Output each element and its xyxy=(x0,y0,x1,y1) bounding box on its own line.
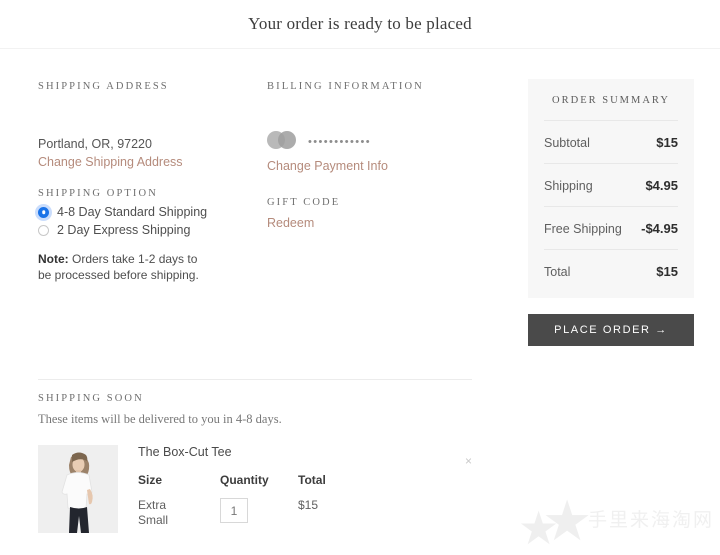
star-icon-large: ★ xyxy=(542,489,593,552)
billing-blank-lines xyxy=(267,98,497,131)
product-thumbnail[interactable] xyxy=(38,445,118,533)
summary-label-shipping: Shipping xyxy=(544,179,593,193)
product-image xyxy=(38,445,118,533)
redeem-link[interactable]: Redeem xyxy=(267,214,497,232)
place-order-button[interactable]: PLACE ORDER → xyxy=(528,314,694,346)
shipping-address-line: Portland, OR, 97220 xyxy=(38,137,152,151)
summary-value-subtotal: $15 xyxy=(656,135,678,150)
shipping-note: Note: Orders take 1-2 days to be process… xyxy=(38,251,213,283)
product-attributes: Size Extra Small Quantity Total $15 xyxy=(138,473,472,528)
product-total-column: Total $15 xyxy=(298,473,380,528)
quantity-header: Quantity xyxy=(220,473,269,487)
shipping-option-standard-label: 4-8 Day Standard Shipping xyxy=(57,205,208,219)
summary-label-free-shipping: Free Shipping xyxy=(544,222,622,236)
product-quantity-column: Quantity xyxy=(220,473,298,528)
page-header: Your order is ready to be placed xyxy=(0,0,720,49)
shipping-soon-subtitle: These items will be delivered to you in … xyxy=(38,412,282,426)
size-value: Extra Small xyxy=(138,498,169,527)
product-info: The Box-Cut Tee Size Extra Small Quantit… xyxy=(138,445,472,533)
shipping-option-heading: SHIPPING OPTION xyxy=(38,188,158,199)
total-value: $15 xyxy=(298,498,319,512)
shipping-column: SHIPPING ADDRESS Portland, OR, 97220 Cha… xyxy=(38,81,248,283)
summary-row-shipping: Shipping $4.95 xyxy=(544,163,678,206)
summary-label-total: Total xyxy=(544,265,571,279)
shipping-option-express[interactable]: 2 Day Express Shipping xyxy=(38,223,248,237)
summary-value-total: $15 xyxy=(656,264,678,279)
saved-card-row: •••••••••••• xyxy=(267,131,497,149)
billing-column: BILLING INFORMATION •••••••••••• Change … xyxy=(267,81,497,232)
summary-row-total: Total $15 xyxy=(544,249,678,292)
card-number-mask: •••••••••••• xyxy=(308,135,372,148)
address-blank-lines xyxy=(38,98,248,136)
mastercard-icon xyxy=(267,131,299,149)
shipping-option-block: SHIPPING OPTION 4-8 Day Standard Shippin… xyxy=(38,188,248,283)
change-payment-info-link[interactable]: Change Payment Info xyxy=(267,157,497,175)
watermark: ★ ★ 手里来海淘网 xyxy=(518,491,718,555)
radio-icon-standard[interactable] xyxy=(38,206,49,218)
gift-code-block: GIFT CODE Redeem xyxy=(267,197,497,232)
summary-row-subtotal: Subtotal $15 xyxy=(544,120,678,163)
billing-information-heading: BILLING INFORMATION xyxy=(267,81,424,92)
quantity-input[interactable] xyxy=(220,498,248,523)
summary-row-free-shipping: Free Shipping -$4.95 xyxy=(544,206,678,249)
star-icon-small: ★ xyxy=(518,502,560,554)
watermark-text: 手里来海淘网 xyxy=(588,509,715,531)
radio-icon-express[interactable] xyxy=(38,224,49,236)
product-row: The Box-Cut Tee Size Extra Small Quantit… xyxy=(38,445,472,533)
shipping-soon-heading: SHIPPING SOON xyxy=(38,393,144,404)
summary-value-free-shipping: -$4.95 xyxy=(641,221,678,236)
summary-value-shipping: $4.95 xyxy=(645,178,678,193)
product-size-column: Size Extra Small xyxy=(138,473,220,528)
remove-item-icon[interactable]: × xyxy=(465,455,472,467)
order-summary-panel: ORDER SUMMARY Subtotal $15 Shipping $4.9… xyxy=(528,79,694,298)
shipping-option-express-label: 2 Day Express Shipping xyxy=(57,223,191,237)
shipping-note-label: Note: xyxy=(38,252,69,266)
total-header: Total xyxy=(298,473,326,487)
shipping-address-heading: SHIPPING ADDRESS xyxy=(38,81,169,92)
order-summary-column: ORDER SUMMARY Subtotal $15 Shipping $4.9… xyxy=(528,79,694,346)
summary-label-subtotal: Subtotal xyxy=(544,136,590,150)
size-header: Size xyxy=(138,473,163,487)
shipping-soon-section: SHIPPING SOON These items will be delive… xyxy=(38,379,472,533)
page-title: Your order is ready to be placed xyxy=(248,14,472,33)
order-summary-title: ORDER SUMMARY xyxy=(552,95,670,106)
change-shipping-address-link[interactable]: Change Shipping Address xyxy=(38,153,248,171)
product-name: The Box-Cut Tee xyxy=(138,445,232,459)
gift-code-heading: GIFT CODE xyxy=(267,197,341,208)
shipping-option-standard[interactable]: 4-8 Day Standard Shipping xyxy=(38,205,248,219)
